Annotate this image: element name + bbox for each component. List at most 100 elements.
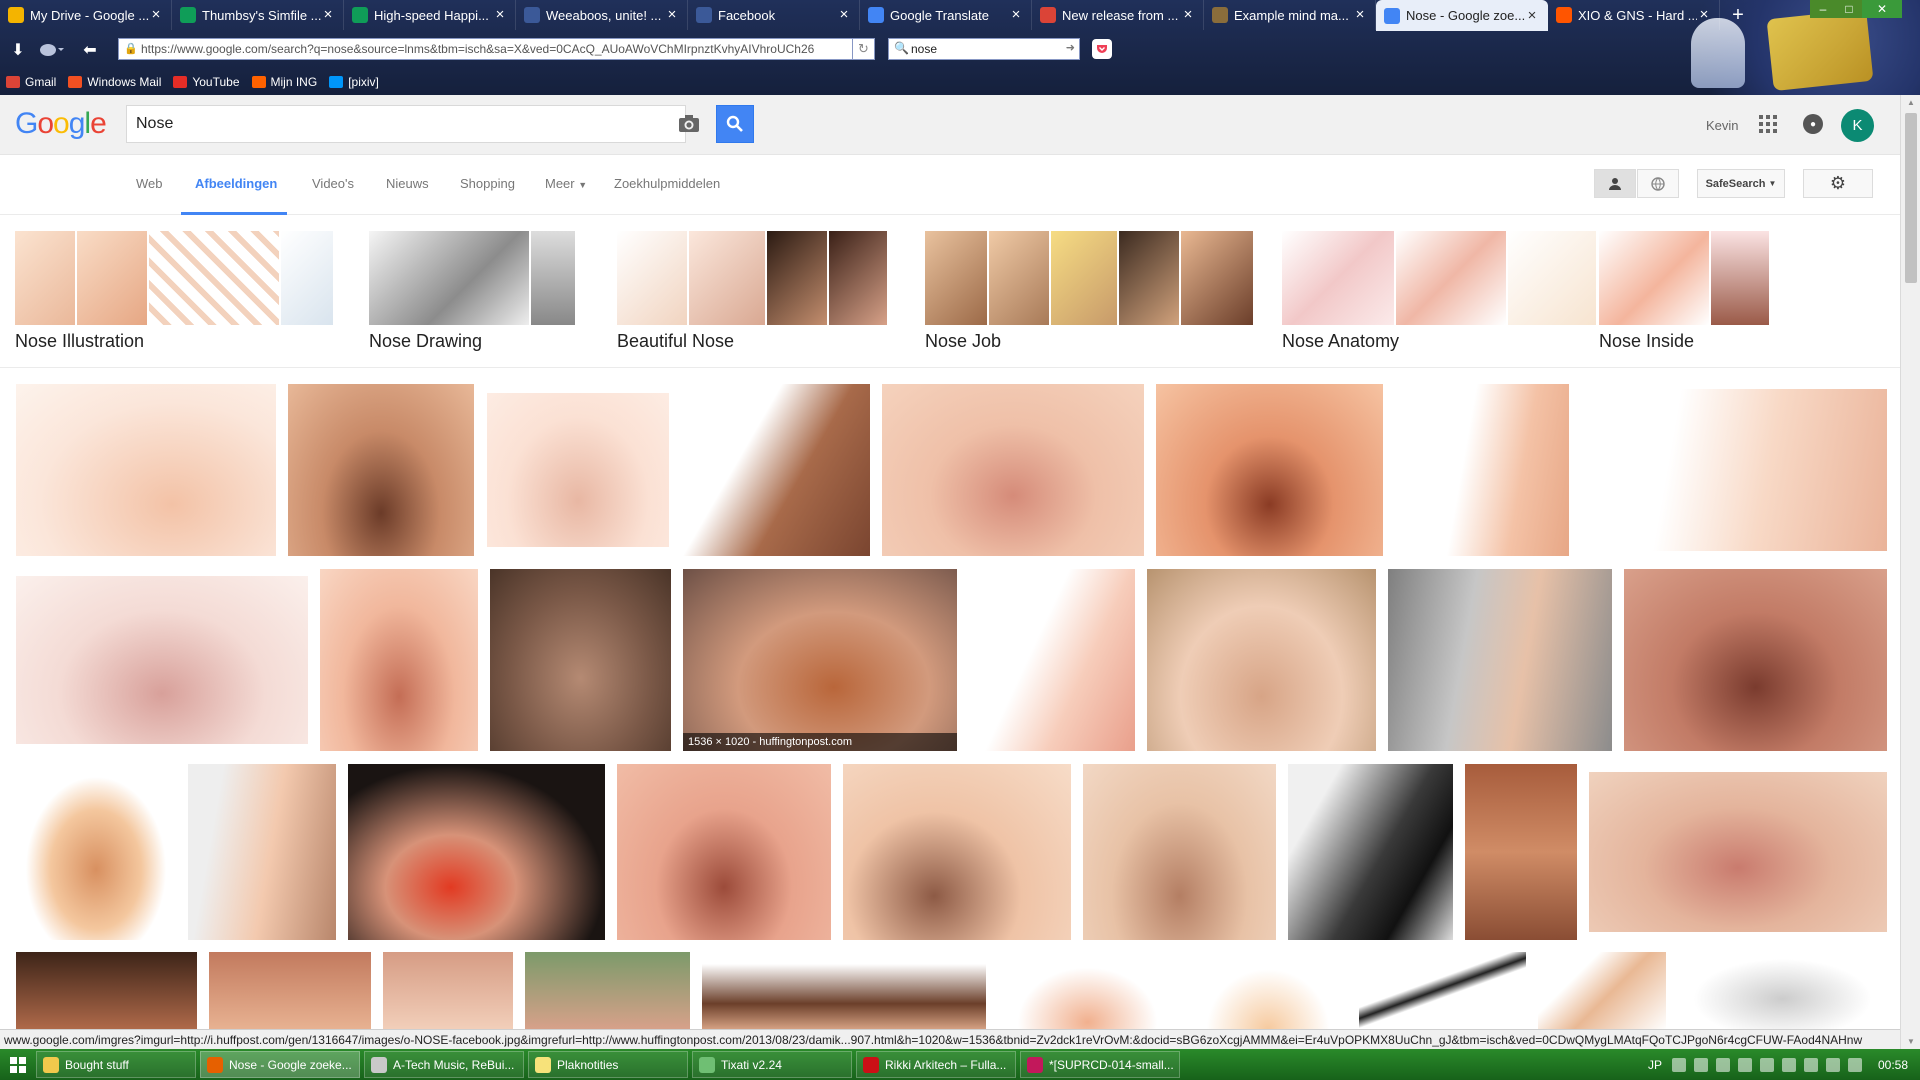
scrollbar-thumb[interactable] [1905,113,1917,283]
close-tab-icon[interactable]: × [1009,7,1023,22]
bookmark-item[interactable]: Gmail [6,75,56,89]
bookmark-item[interactable]: [pixiv] [329,75,379,89]
image-result[interactable] [1147,569,1376,751]
notifications-icon[interactable]: ● [1803,114,1823,134]
image-result[interactable] [1359,952,1526,1030]
image-result[interactable] [188,764,336,940]
start-button[interactable] [0,1049,36,1080]
flag-icon[interactable] [1803,1057,1818,1072]
related-search-card[interactable]: Nose Job [925,231,1253,352]
safesearch-button[interactable]: SafeSearch ▼ [1697,169,1785,198]
new-tab-button[interactable]: + [1720,0,1756,30]
related-search-card[interactable]: Nose Drawing [369,231,575,352]
image-result[interactable] [209,952,371,1030]
tab-more[interactable]: Meer ▼ [545,176,587,191]
tray-icon[interactable] [1759,1057,1774,1072]
image-result[interactable] [1678,952,1887,1030]
taskbar-item[interactable]: Rikki Arkitech – Fulla... [856,1051,1016,1078]
image-result[interactable] [681,384,870,556]
search-button[interactable] [716,105,754,143]
browser-tab[interactable]: Nose - Google zoe... × [1376,0,1548,31]
bookmark-item[interactable]: Mijn ING [251,75,317,89]
volume-icon[interactable] [1847,1057,1862,1072]
image-result[interactable] [288,384,474,556]
apps-grid-icon[interactable] [1758,114,1778,134]
personal-results-button[interactable] [1594,169,1636,198]
back-icon[interactable]: ⬅ [76,36,104,64]
image-result[interactable] [843,764,1071,940]
browser-tab[interactable]: Google Translate × [860,0,1032,30]
image-result[interactable]: 1536 × 1020 - huffingtonpost.com [683,569,957,751]
minimize-icon[interactable]: – [1810,0,1836,18]
avatar[interactable]: K [1841,109,1874,142]
close-tab-icon[interactable]: × [149,7,163,22]
taskbar-item[interactable]: Bought stuff [36,1051,196,1078]
page-scrollbar[interactable]: ▲ ▼ [1900,95,1920,1049]
settings-button[interactable]: ⚙ [1803,169,1873,198]
image-result[interactable] [969,569,1135,751]
download-icon[interactable]: ⬇ [4,36,32,64]
taskbar-item[interactable]: Tixati v2.24 [692,1051,852,1078]
related-search-card[interactable]: Nose Anatomy [1282,231,1596,352]
image-result[interactable] [490,569,671,751]
user-name[interactable]: Kevin [1706,118,1739,133]
image-result[interactable] [16,952,197,1030]
google-logo[interactable]: Google [15,107,107,141]
tab-images[interactable]: Afbeeldingen [195,176,277,191]
tab-shopping[interactable]: Shopping [460,176,515,191]
related-search-card[interactable]: Nose Illustration [15,231,333,352]
taskbar-item[interactable]: A-Tech Music, ReBui... [364,1051,524,1078]
image-result[interactable] [487,393,669,547]
search-go-icon[interactable]: ➜ [1066,41,1075,54]
image-result[interactable] [1156,384,1383,556]
tab-news[interactable]: Nieuws [386,176,429,191]
image-result[interactable] [1288,764,1453,940]
close-tab-icon[interactable]: × [665,7,679,22]
clock[interactable]: 00:58 [1878,1058,1908,1072]
close-tab-icon[interactable]: × [1525,8,1539,23]
close-tab-icon[interactable]: × [1181,7,1195,22]
tab-search-tools[interactable]: Zoekhulpmiddelen [614,176,720,191]
close-tab-icon[interactable]: × [1353,7,1367,22]
bookmark-item[interactable]: Windows Mail [68,75,161,89]
image-result[interactable] [383,952,513,1030]
close-tab-icon[interactable]: × [837,7,851,22]
image-result[interactable] [1465,764,1577,940]
browser-tab[interactable]: My Drive - Google ... × [0,0,172,30]
close-window-icon[interactable]: ✕ [1862,0,1902,18]
scroll-down-icon[interactable]: ▼ [1906,1037,1916,1046]
image-result[interactable] [1395,384,1569,556]
related-search-card[interactable]: Beautiful Nose [617,231,887,352]
reload-icon[interactable]: ↻ [853,38,875,60]
browser-tab[interactable]: Facebook × [688,0,860,30]
browser-tab[interactable]: Thumbsy's Simfile ... × [172,0,344,30]
image-result[interactable] [320,569,478,751]
google-search-input[interactable]: Nose [126,105,686,143]
image-result[interactable] [16,576,308,744]
image-result[interactable] [1083,764,1276,940]
browser-tab[interactable]: Weeaboos, unite! ... × [516,0,688,30]
image-result[interactable] [16,764,176,940]
browser-tab[interactable]: XIO & GNS - Hard ... × [1548,0,1720,30]
global-results-button[interactable] [1637,169,1679,198]
close-tab-icon[interactable]: × [1697,7,1711,22]
close-tab-icon[interactable]: × [493,7,507,22]
tab-web[interactable]: Web [136,176,163,191]
tray-icon[interactable] [1693,1057,1708,1072]
image-result[interactable] [882,384,1144,556]
related-search-card[interactable]: Nose Inside [1599,231,1769,352]
maximize-icon[interactable]: □ [1836,0,1862,18]
close-tab-icon[interactable]: × [321,7,335,22]
image-result[interactable] [1388,569,1612,751]
tab-videos[interactable]: Video's [312,176,354,191]
extensions-menu-icon[interactable] [34,36,68,64]
camera-icon[interactable] [678,113,700,136]
browser-tab[interactable]: High-speed Happi... × [344,0,516,30]
image-result[interactable] [348,764,605,940]
taskbar-item[interactable]: Plaknotities [528,1051,688,1078]
image-result[interactable] [702,964,986,1030]
browser-tab[interactable]: New release from ... × [1032,0,1204,30]
scroll-up-icon[interactable]: ▲ [1906,98,1916,107]
tray-icon[interactable] [1671,1057,1686,1072]
image-result[interactable] [617,764,831,940]
